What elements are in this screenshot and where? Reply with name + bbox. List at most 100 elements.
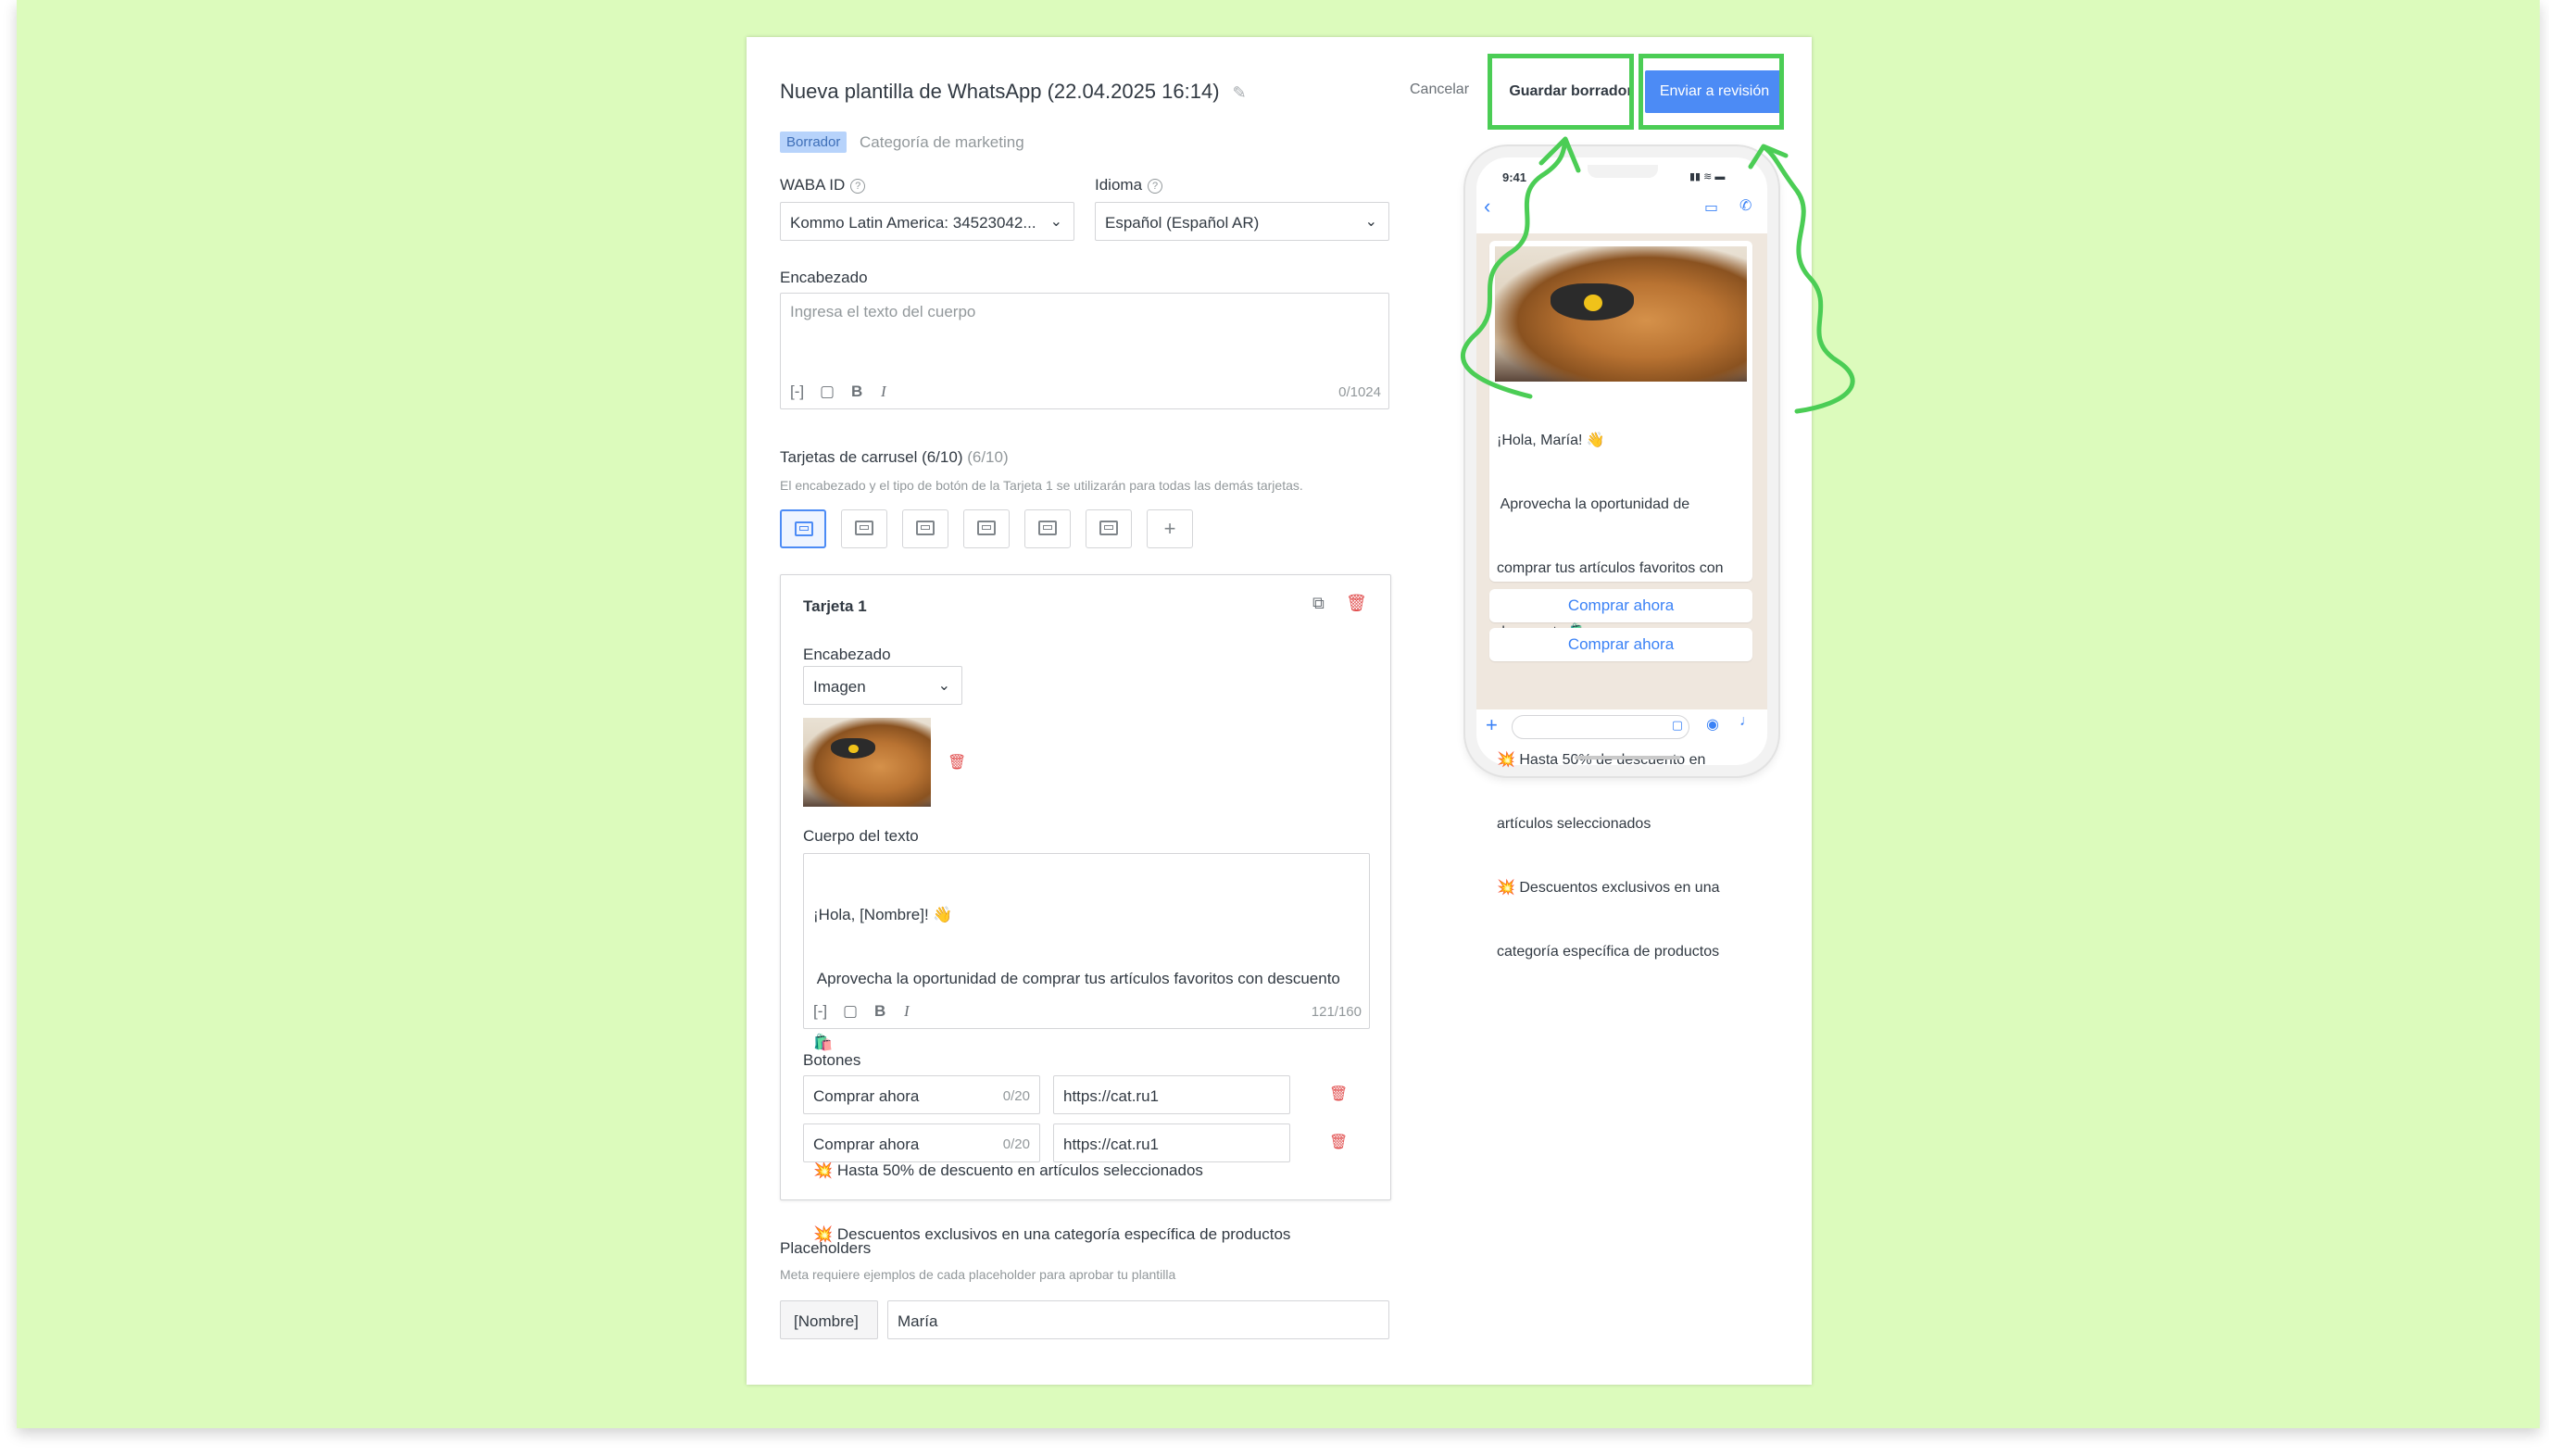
phone-preview: 9:41 ▮▮ ≋ ▬ ‹ ▭ ✆ ¡Hola, María! 👋 Aprove… [1465, 146, 1778, 960]
button-url-value: https://cat.ru1 [1063, 1136, 1159, 1153]
body-line: Aprovecha la oportunidad de comprar tus … [813, 970, 1340, 987]
edit-pencil-icon[interactable]: ✎ [1233, 83, 1247, 103]
phone-call-icon[interactable]: ✆ [1739, 196, 1752, 215]
italic-icon[interactable]: I [904, 1002, 910, 1021]
help-icon[interactable]: ? [1148, 179, 1163, 194]
header-counter: 0/1024 [1338, 384, 1381, 400]
placeholder-key-text: [Nombre] [794, 1312, 859, 1330]
trash-icon[interactable]: 🗑 [948, 753, 966, 772]
card-image [803, 718, 931, 807]
placeholder-key: [Nombre] [780, 1300, 878, 1339]
back-arrow-icon[interactable]: ‹ [1484, 195, 1490, 219]
trash-icon[interactable]: 🗑 [1329, 1133, 1348, 1151]
waba-label-text: WABA ID [780, 176, 846, 194]
card-1-panel: Tarjeta 1 ⧉ 🗑 Encabezado Imagen ⌄ 🗑 Cuer… [780, 574, 1391, 1243]
language-select-value: Español (Español AR) [1105, 214, 1260, 232]
header-placeholder: Ingresa el texto del cuerpo [790, 303, 976, 320]
button-text-counter: 0/20 [1002, 1136, 1030, 1152]
cat-sunglasses [1551, 283, 1634, 320]
page-title-text: Nueva plantilla de WhatsApp (22.04.2025 … [780, 80, 1220, 103]
button-text-value: Comprar ahora [813, 1087, 920, 1105]
preview-line: categoría específica de productos [1497, 944, 1720, 960]
video-icon[interactable]: ▭ [1704, 198, 1718, 217]
card-header-type-select[interactable]: Imagen ⌄ [803, 666, 962, 705]
copy-icon[interactable]: ⧉ [1312, 594, 1325, 613]
carousel-title: Tarjetas de carrusel (6/10) (6/10) [780, 448, 1009, 467]
waba-select[interactable]: Kommo Latin America: 34523042... ⌄ [780, 202, 1074, 241]
page-title: Nueva plantilla de WhatsApp (22.04.2025 … [780, 80, 1247, 104]
preview-text: ¡Hola, María! 👋 Aprovecha la oportunidad… [1497, 387, 1724, 1005]
body-line: ¡Hola, [Nombre]! 👋 [813, 906, 953, 923]
sticker-icon[interactable]: ▢ [1672, 718, 1683, 733]
home-indicator [1575, 756, 1680, 759]
body-textarea[interactable]: ¡Hola, [Nombre]! 👋 Aprovecha la oportuni… [803, 853, 1370, 1243]
button-url-value: https://cat.ru1 [1063, 1087, 1159, 1105]
carousel-tab-1[interactable] [780, 509, 826, 548]
carousel-tab-6[interactable] [1086, 509, 1132, 548]
preview-button-1[interactable]: Comprar ahora [1489, 589, 1752, 622]
cancel-button[interactable]: Cancelar [1410, 82, 1469, 98]
preview-line: ¡Hola, María! 👋 [1497, 433, 1605, 448]
body-text: ¡Hola, [Nombre]! 👋 Aprovecha la oportuni… [813, 861, 1340, 1287]
body-line: 🛍️ [813, 1034, 834, 1051]
preview-line: comprar tus artículos favoritos con [1497, 560, 1724, 576]
preview-line: artículos seleccionados [1497, 816, 1651, 832]
variable-icon[interactable]: [-] [813, 1002, 827, 1021]
button-text-input[interactable]: Comprar ahora 0/20 [803, 1075, 1040, 1114]
header-textarea[interactable]: Ingresa el texto del cuerpo [-] ▢ B I 0/… [780, 293, 1389, 409]
carousel-tab-3[interactable] [902, 509, 948, 548]
carousel-count: (6/10) [967, 448, 1009, 466]
bold-icon[interactable]: B [874, 1002, 885, 1021]
language-select[interactable]: Español (Español AR) ⌄ [1095, 202, 1389, 241]
message-input[interactable]: ▢ [1512, 715, 1689, 739]
italic-icon[interactable]: I [881, 383, 886, 401]
button-text-value: Comprar ahora [813, 1136, 920, 1153]
carousel-title-text: Tarjetas de carrusel (6/10) [780, 448, 963, 466]
card-icon [977, 521, 996, 535]
carousel-note: El encabezado y el tipo de botón de la T… [780, 478, 1303, 493]
body-label: Cuerpo del texto [803, 827, 919, 845]
buttons-label: Botones [803, 1051, 861, 1069]
preview-button-2[interactable]: Comprar ahora [1489, 628, 1752, 661]
placeholder-value-text: María [898, 1312, 938, 1330]
card-icon [855, 521, 873, 535]
bold-icon[interactable]: B [851, 383, 862, 401]
cat-sunglasses [831, 738, 875, 759]
placeholder-value-input[interactable]: María [887, 1300, 1389, 1339]
header-label: Encabezado [780, 269, 868, 286]
body-line: 💥 Descuentos exclusivos en una categoría… [813, 1225, 1291, 1243]
card-header-type-value: Imagen [813, 678, 866, 696]
carousel-tabs: + [780, 509, 1206, 550]
message-bubble: ¡Hola, María! 👋 Aprovecha la oportunidad… [1489, 241, 1752, 960]
preview-line: 💥 Hasta 50% de descuento en [1497, 752, 1706, 768]
button-text-counter: 0/20 [1002, 1088, 1030, 1104]
plus-icon[interactable]: + [1486, 713, 1498, 737]
add-card-button[interactable]: + [1147, 509, 1193, 548]
signal-icon: ▮▮ ≋ ▬ [1689, 171, 1726, 182]
language-label: Idioma? [1095, 176, 1163, 195]
sticker-icon[interactable]: ▢ [820, 383, 835, 401]
trash-icon[interactable]: 🗑 [1346, 594, 1367, 613]
waba-label: WABA ID? [780, 176, 866, 195]
sticker-icon[interactable]: ▢ [843, 1002, 858, 1021]
carousel-tab-2[interactable] [841, 509, 887, 548]
variable-icon[interactable]: [-] [790, 383, 804, 401]
waba-select-value: Kommo Latin America: 34523042... [790, 214, 1036, 232]
trash-icon[interactable]: 🗑 [1329, 1085, 1348, 1103]
button-url-input[interactable]: https://cat.ru1 [1053, 1123, 1290, 1162]
carousel-tab-5[interactable] [1024, 509, 1071, 548]
microphone-icon[interactable]: ♩ [1739, 713, 1754, 730]
button-url-input[interactable]: https://cat.ru1 [1053, 1075, 1290, 1114]
body-counter: 121/160 [1311, 1004, 1362, 1020]
carousel-tab-4[interactable] [963, 509, 1010, 548]
save-draft-highlight [1488, 54, 1634, 130]
camera-icon[interactable]: ◉ [1706, 715, 1719, 734]
help-icon[interactable]: ? [850, 179, 866, 194]
chat-area: ¡Hola, María! 👋 Aprovecha la oportunidad… [1476, 233, 1767, 960]
status-badge: Borrador [780, 132, 848, 153]
button-text-input[interactable]: Comprar ahora 0/20 [803, 1123, 1040, 1162]
card-header-label: Encabezado [803, 646, 891, 663]
chevron-down-icon: ⌄ [937, 678, 950, 694]
status-time: 9:41 [1502, 170, 1527, 184]
card-icon [916, 521, 935, 535]
